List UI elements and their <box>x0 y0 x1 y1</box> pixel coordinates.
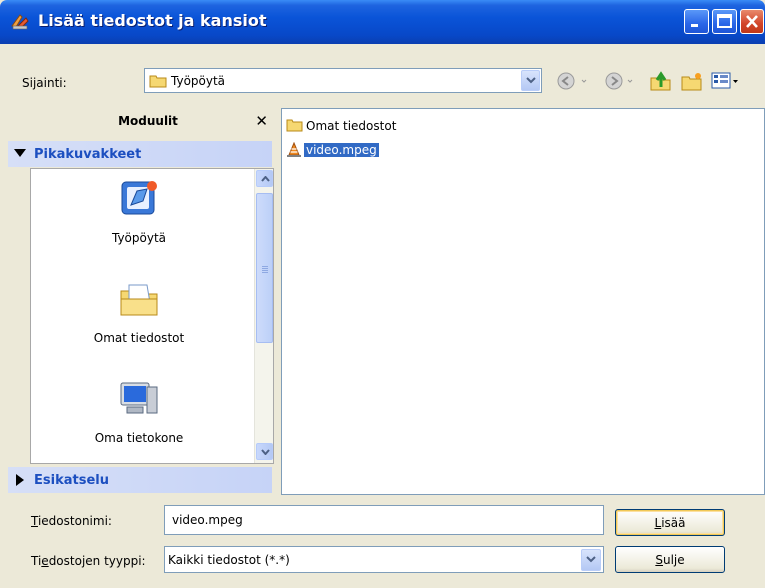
filetype-value: Kaikki tiedostot (*.*) <box>168 553 290 567</box>
modules-title: Moduulit <box>118 114 178 128</box>
location-label: Sijainti: <box>22 76 67 90</box>
section-preview[interactable]: Esikatselu <box>8 467 272 493</box>
forward-icon[interactable] <box>604 70 638 92</box>
location-combo[interactable]: Työpöytä <box>144 68 542 93</box>
shortcut-label: Työpöytä <box>111 231 167 245</box>
folder-icon <box>149 75 167 88</box>
add-button[interactable]: Lisää <box>615 509 725 536</box>
maximize-button[interactable] <box>712 9 737 34</box>
close-icon <box>746 15 758 28</box>
my-computer-icon <box>120 382 158 414</box>
shortcuts-list: Työpöytä Omat tiedostot Oma tietokone <box>30 168 274 464</box>
title-bar[interactable]: Lisää tiedostot ja kansiot <box>0 0 765 44</box>
my-documents-icon <box>120 284 158 316</box>
modules-close-button[interactable]: ✕ <box>255 112 268 130</box>
section-shortcuts[interactable]: Pikakuvakkeet <box>8 141 272 167</box>
app-icon <box>11 14 29 30</box>
minimize-icon <box>691 24 698 27</box>
filetype-select[interactable]: Kaikki tiedostot (*.*) <box>164 546 604 573</box>
filename-label: Tiedostonimi: <box>31 514 112 528</box>
section-label: Pikakuvakkeet <box>34 147 142 162</box>
desktop-icon <box>121 181 157 215</box>
shortcut-label: Oma tietokone <box>94 431 184 445</box>
section-label: Esikatselu <box>34 473 109 488</box>
new-folder-icon[interactable] <box>681 70 703 92</box>
chevron-up-icon <box>261 176 270 182</box>
chevron-down-icon <box>586 556 596 563</box>
shortcut-my-computer[interactable]: Oma tietokone <box>31 379 247 445</box>
file-name: video.mpeg <box>304 143 379 157</box>
file-list[interactable]: Omat tiedostot video.mpeg <box>281 108 765 495</box>
triangle-right-icon <box>16 474 24 486</box>
window-title: Lisää tiedostot ja kansiot <box>38 11 267 30</box>
folder-icon <box>286 119 303 132</box>
vlc-cone-icon <box>287 142 301 157</box>
maximize-icon <box>717 14 732 28</box>
minimize-button[interactable] <box>684 9 709 34</box>
filetype-label: Tiedostojen tyyppi: <box>31 554 146 568</box>
scroll-up-button[interactable] <box>256 170 273 187</box>
chevron-down-icon <box>261 449 270 455</box>
scroll-thumb[interactable] <box>256 193 273 343</box>
chevron-down-icon <box>526 77 536 84</box>
scroll-down-button[interactable] <box>256 443 273 460</box>
view-menu-icon[interactable] <box>711 70 741 92</box>
up-folder-icon[interactable] <box>650 70 672 92</box>
shortcut-desktop[interactable]: Työpöytä <box>31 179 247 245</box>
location-value: Työpöytä <box>171 74 226 88</box>
filename-value: video.mpeg <box>172 513 243 527</box>
shortcut-my-documents[interactable]: Omat tiedostot <box>31 279 247 345</box>
shortcuts-scrollbar[interactable] <box>254 169 273 463</box>
shortcut-label: Omat tiedostot <box>93 331 185 345</box>
close-window-button[interactable] <box>740 9 764 34</box>
location-dropdown-button[interactable] <box>521 70 540 91</box>
back-icon[interactable] <box>556 70 590 92</box>
filename-input[interactable]: video.mpeg <box>164 505 604 535</box>
close-button[interactable]: Sulje <box>615 546 725 573</box>
filetype-dropdown-button[interactable] <box>581 549 601 571</box>
file-name: Omat tiedostot <box>306 119 397 133</box>
triangle-down-icon <box>14 149 26 157</box>
